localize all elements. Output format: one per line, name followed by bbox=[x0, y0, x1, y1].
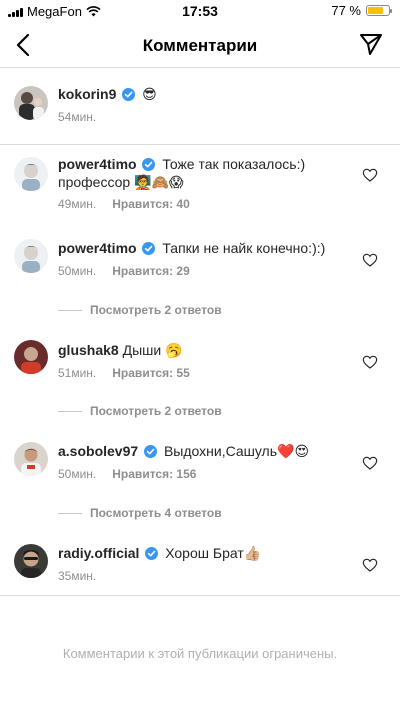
view-replies-button[interactable]: Посмотреть 2 ответов bbox=[58, 404, 222, 418]
like-heart-icon[interactable] bbox=[362, 252, 378, 268]
avatar[interactable] bbox=[14, 157, 48, 191]
comment-text-block: radiy.official Хорош Брат👍🏼 bbox=[58, 544, 356, 562]
comment-text-block: power4timo Тоже так показалось:) професс… bbox=[58, 155, 356, 191]
username[interactable]: power4timo bbox=[58, 240, 137, 256]
replies-line bbox=[58, 512, 82, 514]
username[interactable]: glushak8 bbox=[58, 342, 119, 358]
likes-count[interactable]: Нравится: 29 bbox=[112, 264, 190, 278]
replies-line bbox=[58, 309, 82, 311]
page-title: Комментарии bbox=[142, 36, 258, 55]
comment-text: Выдохни,Сашуль❤️😍 bbox=[163, 443, 310, 459]
header: Комментарии bbox=[0, 22, 400, 68]
timestamp: 49мин. bbox=[58, 197, 97, 211]
comment-text-block: power4timo Тапки не найк конечно:):) bbox=[58, 239, 356, 257]
divider bbox=[0, 595, 400, 596]
status-bar: MegaFon 17:53 77 % bbox=[0, 0, 400, 22]
battery-group: 77 % bbox=[331, 3, 392, 18]
verified-icon bbox=[145, 547, 159, 560]
verified-icon bbox=[122, 88, 136, 101]
like-heart-icon[interactable] bbox=[362, 455, 378, 471]
comment-text-block: a.sobolev97 Выдохни,Сашуль❤️😍 bbox=[58, 442, 356, 460]
timestamp: 51мин. bbox=[58, 366, 97, 380]
view-replies-label: Посмотреть 2 ответов bbox=[90, 404, 222, 418]
caption-row: kokorin9 😎 54мин. bbox=[0, 68, 400, 144]
verified-icon bbox=[142, 242, 156, 255]
comment-row: glushak8 Дыши 🥱 51мин. Нравится: 55 Посм… bbox=[0, 326, 400, 426]
comment-meta: 51мин. Нравится: 55 bbox=[58, 366, 190, 380]
comment-text-block: glushak8 Дыши 🥱 bbox=[58, 341, 356, 359]
likes-count[interactable]: Нравится: 156 bbox=[112, 467, 196, 481]
comment-row: a.sobolev97 Выдохни,Сашуль❤️😍 50мин. Нра… bbox=[0, 427, 400, 527]
view-replies-label: Посмотреть 4 ответов bbox=[90, 506, 222, 520]
replies-line bbox=[58, 410, 82, 412]
verified-icon bbox=[144, 445, 158, 458]
comment-row: power4timo Тоже так показалось:) професс… bbox=[0, 145, 400, 225]
send-icon bbox=[360, 34, 382, 55]
avatar[interactable] bbox=[14, 239, 48, 273]
username[interactable]: kokorin9 bbox=[58, 86, 116, 102]
battery-percent: 77 % bbox=[331, 3, 361, 18]
username[interactable]: a.sobolev97 bbox=[58, 443, 138, 459]
comment-text: 😎 bbox=[142, 86, 157, 102]
timestamp: 35мин. bbox=[58, 569, 97, 583]
likes-count[interactable]: Нравится: 55 bbox=[112, 366, 190, 380]
caption-text: kokorin9 😎 bbox=[58, 85, 356, 103]
battery-level bbox=[368, 7, 384, 14]
view-replies-button[interactable]: Посмотреть 2 ответов bbox=[58, 303, 222, 317]
comment-text: Тапки не найк конечно:):) bbox=[162, 240, 326, 256]
avatar[interactable] bbox=[14, 86, 48, 120]
comment-row: radiy.official Хорош Брат👍🏼 35мин. bbox=[0, 528, 400, 594]
view-replies-button[interactable]: Посмотреть 4 ответов bbox=[58, 506, 222, 520]
battery-icon bbox=[366, 5, 392, 16]
comment-row: power4timo Тапки не найк конечно:):) 50м… bbox=[0, 225, 400, 325]
like-heart-icon[interactable] bbox=[362, 557, 378, 573]
timestamp: 50мин. bbox=[58, 467, 97, 481]
avatar[interactable] bbox=[14, 544, 48, 578]
comment-meta: 54мин. bbox=[58, 110, 96, 124]
comments-restricted-note: Комментарии к этой публикации ограничены… bbox=[62, 646, 338, 661]
comment-meta: 50мин. Нравится: 29 bbox=[58, 264, 190, 278]
like-heart-icon[interactable] bbox=[362, 354, 378, 370]
verified-icon bbox=[142, 158, 156, 171]
timestamp: 50мин. bbox=[58, 264, 97, 278]
timestamp: 54мин. bbox=[58, 110, 97, 124]
comment-meta: 49мин. Нравится: 40 bbox=[58, 197, 190, 211]
likes-count[interactable]: Нравится: 40 bbox=[112, 197, 190, 211]
username[interactable]: radiy.official bbox=[58, 545, 139, 561]
comment-text: Дыши 🥱 bbox=[122, 342, 183, 358]
like-heart-icon[interactable] bbox=[362, 167, 378, 183]
comment-meta: 50мин. Нравится: 156 bbox=[58, 467, 196, 481]
avatar[interactable] bbox=[14, 340, 48, 374]
comment-meta: 35мин. bbox=[58, 569, 96, 583]
comment-text: Хорош Брат👍🏼 bbox=[165, 545, 262, 561]
share-button[interactable] bbox=[358, 31, 386, 59]
view-replies-label: Посмотреть 2 ответов bbox=[90, 303, 222, 317]
username[interactable]: power4timo bbox=[58, 156, 137, 172]
avatar[interactable] bbox=[14, 442, 48, 476]
